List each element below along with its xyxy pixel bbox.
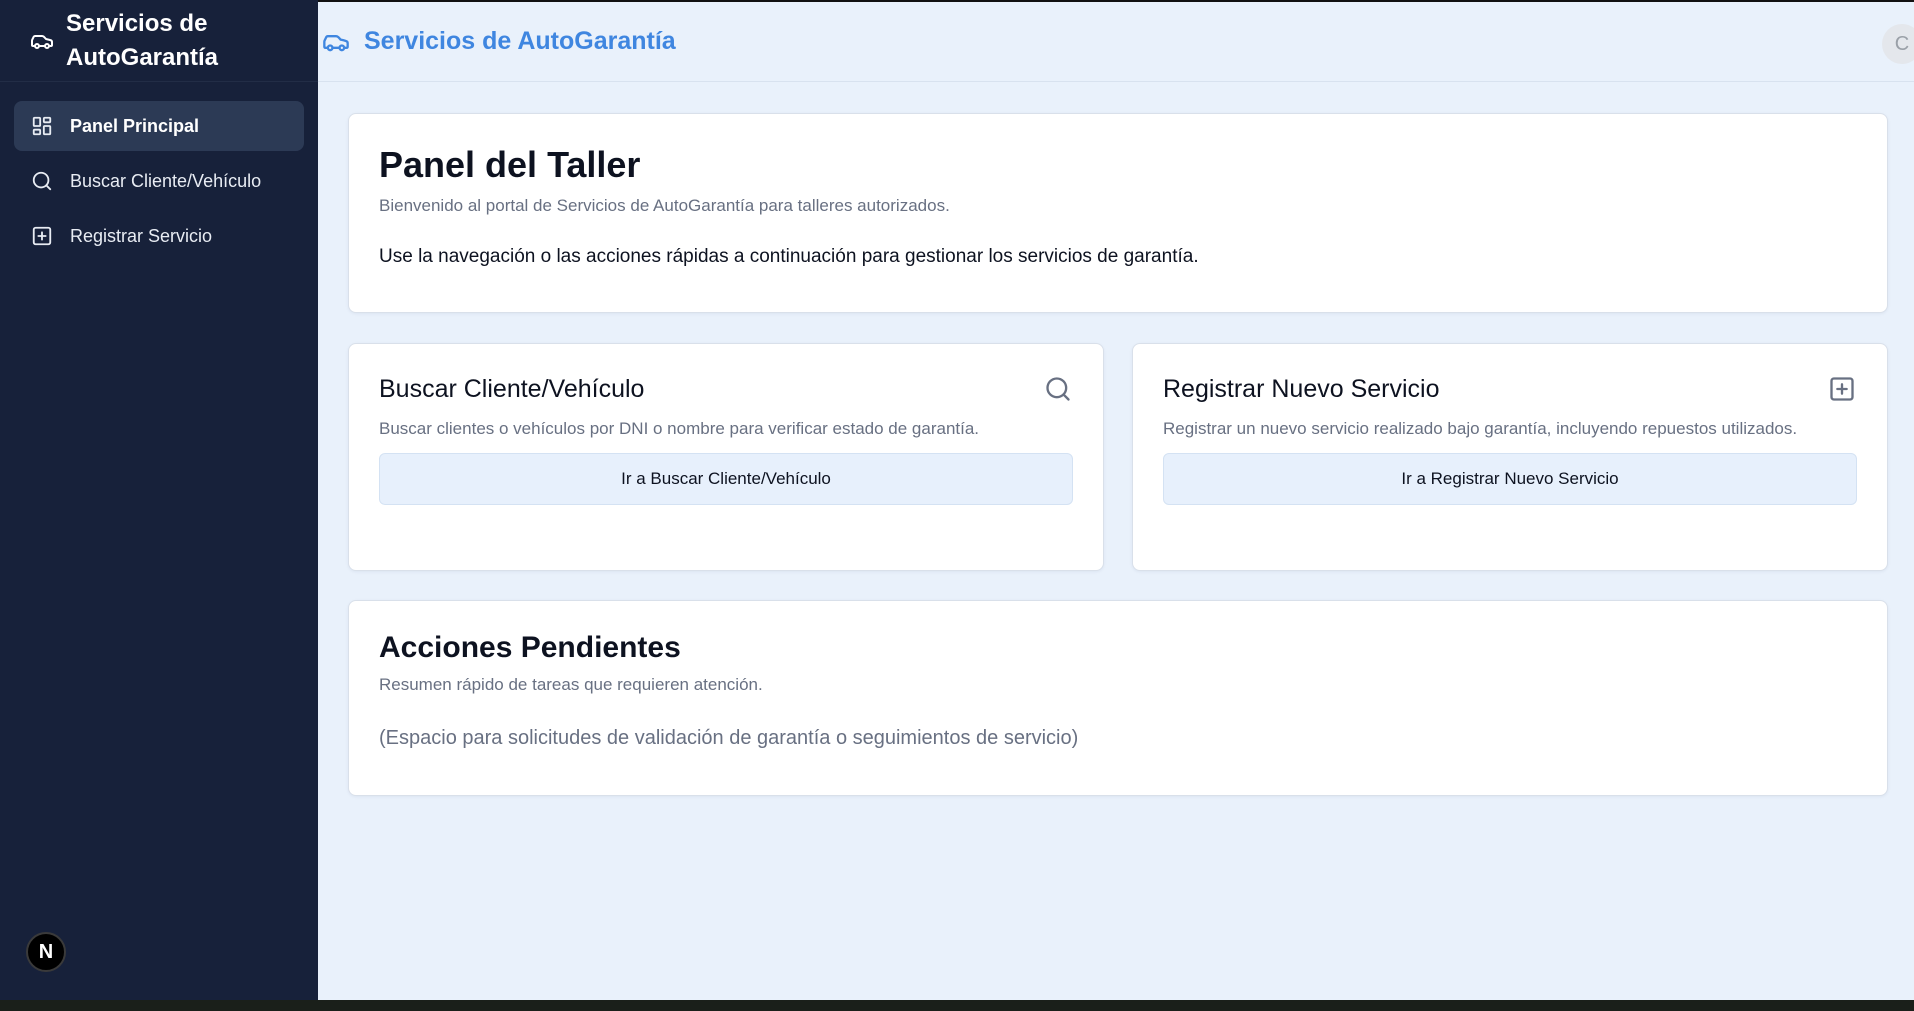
plus-square-icon [1827, 374, 1857, 404]
go-register-button[interactable]: Ir a Registrar Nuevo Servicio [1163, 453, 1857, 505]
pending-placeholder: (Espacio para solicitudes de validación … [379, 727, 1079, 749]
sidebar-item-buscar[interactable]: Buscar Cliente/Vehículo [14, 156, 304, 206]
sidebar-item-registrar[interactable]: Registrar Servicio [14, 211, 304, 261]
page-title: Servicios de AutoGarantía [364, 27, 676, 55]
topbar: Servicios de AutoGarantía C [318, 2, 1914, 82]
card-description: Registrar un nuevo servicio realizado ba… [1163, 419, 1798, 438]
search-icon [1043, 374, 1073, 404]
hero-subtitle: Bienvenido al portal de Servicios de Aut… [379, 196, 950, 215]
quick-search-card: Buscar Cliente/Vehículo Buscar clientes … [348, 343, 1104, 571]
card-header: Buscar Cliente/Vehículo [379, 374, 1073, 404]
car-icon [320, 27, 354, 57]
pending-subtitle: Resumen rápido de tareas que requieren a… [379, 675, 763, 694]
sidebar-item-panel-principal[interactable]: Panel Principal [14, 101, 304, 151]
app-window: Servicios de AutoGarantía Panel Principa… [0, 0, 1914, 1000]
hero-title: Panel del Taller [379, 144, 641, 185]
dashboard-icon [30, 114, 54, 138]
dev-badge[interactable]: N [26, 932, 66, 972]
brand: Servicios de AutoGarantía [0, 0, 318, 82]
search-icon [30, 169, 54, 193]
pending-title: Acciones Pendientes [379, 631, 681, 664]
go-search-button[interactable]: Ir a Buscar Cliente/Vehículo [379, 453, 1073, 505]
sidebar: Servicios de AutoGarantía Panel Principa… [0, 0, 318, 1000]
hero-body: Use la navegación o las acciones rápidas… [379, 246, 1199, 267]
sidebar-item-label: Buscar Cliente/Vehículo [70, 170, 262, 191]
brand-title: Servicios de AutoGarantía [66, 9, 219, 71]
card-title: Registrar Nuevo Servicio [1163, 374, 1440, 403]
hero-card: Panel del Taller Bienvenido al portal de… [348, 113, 1888, 313]
card-description: Buscar clientes o vehículos por DNI o no… [379, 419, 980, 438]
pending-actions-card: Acciones Pendientes Resumen rápido de ta… [348, 600, 1888, 796]
plus-square-icon [30, 224, 54, 248]
sidebar-item-label: Registrar Servicio [70, 225, 213, 246]
card-header: Registrar Nuevo Servicio [1163, 374, 1857, 404]
avatar[interactable]: C [1882, 24, 1914, 64]
sidebar-nav: Panel Principal Buscar Cliente/Vehículo … [0, 82, 318, 261]
main-content: Servicios de AutoGarantía C Panel del Ta… [318, 0, 1914, 1000]
quick-register-card: Registrar Nuevo Servicio Registrar un nu… [1132, 343, 1888, 571]
car-icon [30, 29, 54, 53]
card-title: Buscar Cliente/Vehículo [379, 374, 645, 403]
sidebar-item-label: Panel Principal [70, 115, 200, 136]
